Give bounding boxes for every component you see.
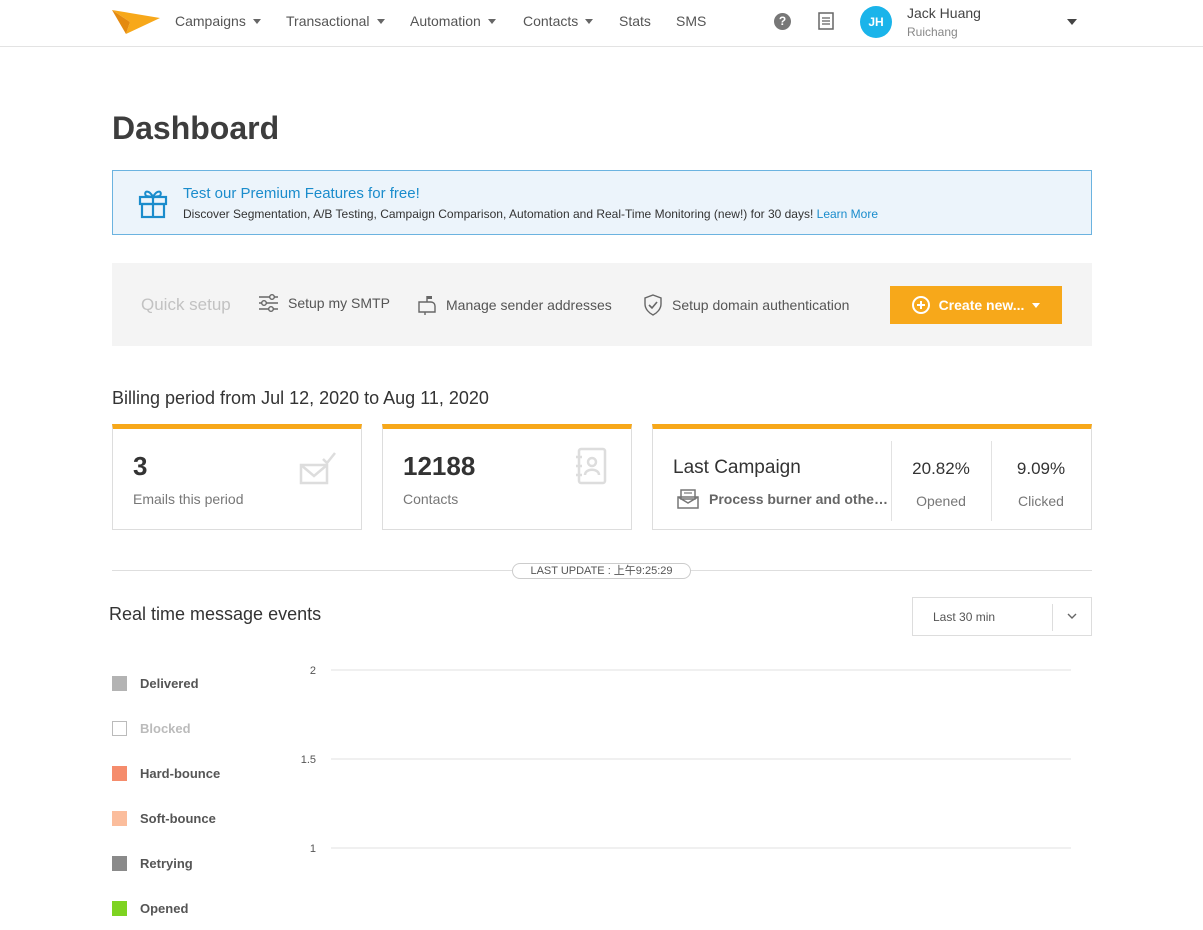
legend-soft-bounce[interactable]: Soft-bounce [112, 811, 216, 826]
nav-transactional-label: Transactional [286, 13, 370, 29]
manage-sender-addresses-label: Manage sender addresses [446, 297, 612, 313]
legend-swatch [112, 901, 127, 916]
legend-label: Retrying [140, 856, 193, 871]
legend-label: Hard-bounce [140, 766, 221, 781]
last-campaign-card[interactable]: Last Campaign Process burner and other r… [652, 424, 1092, 530]
user-organization: Ruichang [907, 25, 958, 39]
learn-more-link[interactable]: Learn More [817, 207, 878, 221]
legend-swatch [112, 856, 127, 871]
envelope-icon [677, 489, 699, 509]
envelope-check-icon [299, 452, 336, 485]
user-name[interactable]: Jack Huang [907, 5, 981, 21]
legend-label: Blocked [140, 721, 191, 736]
legend-swatch [112, 811, 127, 826]
legend-label: Delivered [140, 676, 199, 691]
emails-label: Emails this period [133, 491, 244, 507]
manage-sender-addresses-link[interactable]: Manage sender addresses [417, 294, 612, 316]
premium-banner: Test our Premium Features for free! Disc… [112, 170, 1092, 235]
setup-domain-auth-link[interactable]: Setup domain authentication [643, 294, 849, 316]
y-tick-label: 1.5 [301, 754, 316, 766]
chevron-down-icon [487, 19, 496, 24]
legend-delivered[interactable]: Delivered [112, 676, 199, 691]
clicked-rate: 9.09% [1016, 459, 1066, 478]
chevron-down-icon [376, 19, 385, 24]
quick-setup-bar: Quick setup Setup my SMTP Manage sender … [112, 263, 1092, 346]
nav-stats-label: Stats [619, 13, 651, 29]
banner-description: Discover Segmentation, A/B Testing, Camp… [183, 207, 814, 221]
chevron-down-icon [1032, 302, 1041, 308]
setup-smtp-label: Setup my SMTP [288, 295, 390, 311]
legend-blocked[interactable]: Blocked [112, 721, 191, 736]
last-update-badge: LAST UPDATE : 上午9:25:29 [512, 563, 691, 579]
top-navigation: Campaigns Transactional Automation Conta… [0, 0, 1203, 47]
contacts-label: Contacts [403, 491, 459, 507]
contacts-count: 12188 [403, 451, 476, 481]
chevron-down-icon [252, 19, 261, 24]
gift-icon [138, 190, 168, 219]
y-tick-label: 1 [310, 843, 316, 855]
billing-period-label: Billing period from Jul 12, 2020 to Aug … [112, 388, 489, 408]
plus-circle-icon [911, 296, 930, 314]
nav-sms[interactable]: SMS [676, 13, 706, 29]
banner-title: Test our Premium Features for free! [183, 185, 420, 202]
shield-check-icon [644, 294, 662, 316]
create-new-button[interactable]: Create new... [890, 286, 1062, 324]
avatar[interactable]: JH [860, 6, 892, 38]
divider [1052, 604, 1053, 631]
chevron-down-icon [585, 19, 594, 24]
nav-campaigns[interactable]: Campaigns [175, 13, 261, 29]
last-campaign-name[interactable]: Process burner and other r... [677, 489, 889, 509]
legend-swatch [112, 676, 127, 691]
user-menu-chevron-icon[interactable] [1067, 19, 1077, 25]
y-tick-label: 2 [310, 665, 316, 677]
quick-setup-label: Quick setup [141, 295, 231, 314]
clicked-label: Clicked [1018, 493, 1064, 509]
divider [891, 441, 892, 521]
logo-icon[interactable] [112, 8, 160, 36]
question-circle-icon[interactable]: ? [774, 13, 791, 30]
chevron-down-icon [1067, 613, 1077, 619]
divider [991, 441, 992, 521]
realtime-title: Real time message events [109, 604, 322, 624]
nav-automation-label: Automation [410, 13, 481, 29]
address-book-icon [576, 447, 607, 485]
contacts-card: 12188 Contacts [382, 424, 632, 530]
legend-retrying[interactable]: Retrying [112, 856, 193, 871]
time-range-value: Last 30 min [933, 610, 996, 624]
emails-count: 3 [133, 451, 148, 481]
legend-label: Opened [140, 901, 189, 916]
nav-contacts-label: Contacts [523, 13, 579, 29]
legend-opened[interactable]: Opened [112, 901, 188, 916]
create-new-label: Create new... [938, 297, 1025, 313]
nav-stats[interactable]: Stats [619, 13, 651, 29]
emails-card: 3 Emails this period [112, 424, 362, 530]
opened-rate: 20.82% [912, 459, 970, 478]
opened-label: Opened [916, 493, 966, 509]
setup-domain-auth-label: Setup domain authentication [672, 297, 850, 313]
nav-sms-label: SMS [676, 13, 707, 29]
legend-hard-bounce[interactable]: Hard-bounce [112, 766, 220, 781]
sliders-icon [259, 294, 278, 312]
mailbox-icon [418, 296, 436, 315]
last-campaign-title: Last Campaign [673, 457, 801, 478]
last-campaign-name-text: Process burner and other r... [709, 491, 889, 507]
nav-automation[interactable]: Automation [410, 13, 496, 29]
legend-swatch [112, 721, 127, 736]
realtime-chart: 21.51 [301, 665, 1071, 855]
time-range-select[interactable]: Last 30 min [912, 597, 1092, 636]
setup-smtp-link[interactable]: Setup my SMTP [258, 294, 390, 312]
nav-contacts[interactable]: Contacts [523, 13, 594, 29]
legend-label: Soft-bounce [140, 811, 216, 826]
nav-transactional[interactable]: Transactional [286, 13, 385, 29]
page-title: Dashboard [112, 110, 280, 146]
nav-campaigns-label: Campaigns [175, 13, 246, 29]
document-icon[interactable] [818, 12, 834, 30]
banner-text: Discover Segmentation, A/B Testing, Camp… [183, 207, 878, 221]
legend-swatch [112, 766, 127, 781]
